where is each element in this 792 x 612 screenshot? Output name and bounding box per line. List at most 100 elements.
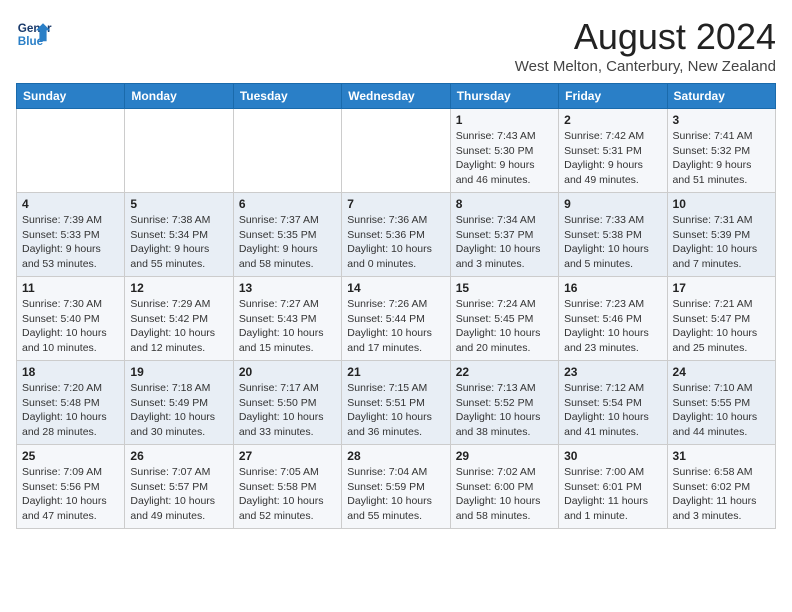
page-subtitle: West Melton, Canterbury, New Zealand [515, 58, 776, 75]
calendar-cell: 27 Sunrise: 7:05 AM Sunset: 5:58 PM Dayli… [233, 445, 341, 529]
calendar-cell: 18Sunrise: 7:20 AM Sunset: 5:48 PM Dayli… [17, 361, 125, 445]
day-info: Sunrise: 7:42 AM Sunset: 5:31 PM Dayligh… [564, 129, 661, 188]
calendar-cell [17, 109, 125, 193]
page-header: General Blue August 2024 West Melton, Ca… [16, 16, 776, 75]
calendar-cell: 24 Sunrise: 7:10 AM Sunset: 5:55 PM Dayli… [667, 361, 775, 445]
calendar-day-header: Friday [559, 84, 667, 109]
calendar-week-row: 11 Sunrise: 7:30 AM Sunset: 5:40 PM Dayli… [17, 277, 776, 361]
day-number: 2 [564, 113, 661, 127]
calendar-cell: 26 Sunrise: 7:07 AM Sunset: 5:57 PM Dayli… [125, 445, 233, 529]
title-block: August 2024 West Melton, Canterbury, New… [515, 16, 776, 75]
day-info: Sunrise: 7:21 AM Sunset: 5:47 PM Dayligh… [673, 297, 770, 356]
calendar-cell: 19 Sunrise: 7:18 AM Sunset: 5:49 PM Dayli… [125, 361, 233, 445]
day-info: Sunrise: 7:10 AM Sunset: 5:55 PM Dayligh… [673, 381, 770, 440]
calendar-cell: 23 Sunrise: 7:12 AM Sunset: 5:54 PM Dayli… [559, 361, 667, 445]
calendar-day-header: Sunday [17, 84, 125, 109]
day-number: 24 [673, 365, 770, 379]
day-number: 14 [347, 281, 444, 295]
calendar-cell: 12 Sunrise: 7:29 AM Sunset: 5:42 PM Dayli… [125, 277, 233, 361]
calendar-cell: 22Sunrise: 7:13 AM Sunset: 5:52 PM Dayli… [450, 361, 558, 445]
calendar-cell: 5Sunrise: 7:38 AM Sunset: 5:34 PM Daylig… [125, 193, 233, 277]
day-number: 3 [673, 113, 770, 127]
day-info: Sunrise: 7:23 AM Sunset: 5:46 PM Dayligh… [564, 297, 661, 356]
day-info: Sunrise: 7:34 AM Sunset: 5:37 PM Dayligh… [456, 213, 553, 272]
calendar-cell: 28 Sunrise: 7:04 AM Sunset: 5:59 PM Dayli… [342, 445, 450, 529]
day-number: 23 [564, 365, 661, 379]
day-number: 30 [564, 449, 661, 463]
calendar-cell: 2 Sunrise: 7:42 AM Sunset: 5:31 PM Daylig… [559, 109, 667, 193]
logo-icon: General Blue [16, 16, 52, 52]
calendar-cell: 31 Sunrise: 6:58 AM Sunset: 6:02 PM Dayli… [667, 445, 775, 529]
day-info: Sunrise: 7:17 AM Sunset: 5:50 PM Dayligh… [239, 381, 336, 440]
day-info: Sunrise: 7:36 AM Sunset: 5:36 PM Dayligh… [347, 213, 444, 272]
day-info: Sunrise: 7:20 AM Sunset: 5:48 PM Dayligh… [22, 381, 119, 440]
calendar-cell: 14Sunrise: 7:26 AM Sunset: 5:44 PM Dayli… [342, 277, 450, 361]
calendar-table: SundayMondayTuesdayWednesdayThursdayFrid… [16, 83, 776, 529]
calendar-cell: 21 Sunrise: 7:15 AM Sunset: 5:51 PM Dayli… [342, 361, 450, 445]
calendar-cell: 1Sunrise: 7:43 AM Sunset: 5:30 PM Daylig… [450, 109, 558, 193]
day-info: Sunrise: 7:09 AM Sunset: 5:56 PM Dayligh… [22, 465, 119, 524]
day-info: Sunrise: 7:43 AM Sunset: 5:30 PM Dayligh… [456, 129, 553, 188]
calendar-cell: 30 Sunrise: 7:00 AM Sunset: 6:01 PM Dayli… [559, 445, 667, 529]
day-info: Sunrise: 7:02 AM Sunset: 6:00 PM Dayligh… [456, 465, 553, 524]
day-number: 13 [239, 281, 336, 295]
calendar-day-header: Monday [125, 84, 233, 109]
calendar-day-header: Tuesday [233, 84, 341, 109]
day-number: 21 [347, 365, 444, 379]
day-number: 28 [347, 449, 444, 463]
calendar-week-row: 4Sunrise: 7:39 AM Sunset: 5:33 PM Daylig… [17, 193, 776, 277]
calendar-cell [233, 109, 341, 193]
calendar-day-header: Saturday [667, 84, 775, 109]
day-number: 29 [456, 449, 553, 463]
calendar-cell: 16 Sunrise: 7:23 AM Sunset: 5:46 PM Dayli… [559, 277, 667, 361]
calendar-day-header: Thursday [450, 84, 558, 109]
calendar-cell: 8 Sunrise: 7:34 AM Sunset: 5:37 PM Daylig… [450, 193, 558, 277]
day-info: Sunrise: 7:04 AM Sunset: 5:59 PM Dayligh… [347, 465, 444, 524]
day-info: Sunrise: 7:18 AM Sunset: 5:49 PM Dayligh… [130, 381, 227, 440]
calendar-cell: 11 Sunrise: 7:30 AM Sunset: 5:40 PM Dayli… [17, 277, 125, 361]
calendar-cell: 9 Sunrise: 7:33 AM Sunset: 5:38 PM Daylig… [559, 193, 667, 277]
day-number: 10 [673, 197, 770, 211]
calendar-body: 1Sunrise: 7:43 AM Sunset: 5:30 PM Daylig… [17, 109, 776, 529]
day-info: Sunrise: 7:27 AM Sunset: 5:43 PM Dayligh… [239, 297, 336, 356]
day-info: Sunrise: 7:07 AM Sunset: 5:57 PM Dayligh… [130, 465, 227, 524]
day-number: 26 [130, 449, 227, 463]
day-number: 5 [130, 197, 227, 211]
day-number: 19 [130, 365, 227, 379]
day-info: Sunrise: 7:31 AM Sunset: 5:39 PM Dayligh… [673, 213, 770, 272]
day-info: Sunrise: 7:00 AM Sunset: 6:01 PM Dayligh… [564, 465, 661, 524]
calendar-cell [342, 109, 450, 193]
calendar-cell: 6Sunrise: 7:37 AM Sunset: 5:35 PM Daylig… [233, 193, 341, 277]
day-info: Sunrise: 7:30 AM Sunset: 5:40 PM Dayligh… [22, 297, 119, 356]
day-info: Sunrise: 7:41 AM Sunset: 5:32 PM Dayligh… [673, 129, 770, 188]
day-number: 8 [456, 197, 553, 211]
day-info: Sunrise: 7:13 AM Sunset: 5:52 PM Dayligh… [456, 381, 553, 440]
day-info: Sunrise: 7:24 AM Sunset: 5:45 PM Dayligh… [456, 297, 553, 356]
day-info: Sunrise: 7:39 AM Sunset: 5:33 PM Dayligh… [22, 213, 119, 272]
day-info: Sunrise: 6:58 AM Sunset: 6:02 PM Dayligh… [673, 465, 770, 524]
day-info: Sunrise: 7:05 AM Sunset: 5:58 PM Dayligh… [239, 465, 336, 524]
calendar-week-row: 25Sunrise: 7:09 AM Sunset: 5:56 PM Dayli… [17, 445, 776, 529]
day-info: Sunrise: 7:15 AM Sunset: 5:51 PM Dayligh… [347, 381, 444, 440]
calendar-cell: 15 Sunrise: 7:24 AM Sunset: 5:45 PM Dayli… [450, 277, 558, 361]
calendar-cell: 10 Sunrise: 7:31 AM Sunset: 5:39 PM Dayli… [667, 193, 775, 277]
day-number: 27 [239, 449, 336, 463]
day-number: 11 [22, 281, 119, 295]
calendar-cell: 17Sunrise: 7:21 AM Sunset: 5:47 PM Dayli… [667, 277, 775, 361]
calendar-header-row: SundayMondayTuesdayWednesdayThursdayFrid… [17, 84, 776, 109]
day-number: 16 [564, 281, 661, 295]
day-info: Sunrise: 7:12 AM Sunset: 5:54 PM Dayligh… [564, 381, 661, 440]
day-number: 9 [564, 197, 661, 211]
day-number: 12 [130, 281, 227, 295]
day-number: 7 [347, 197, 444, 211]
day-info: Sunrise: 7:33 AM Sunset: 5:38 PM Dayligh… [564, 213, 661, 272]
day-number: 31 [673, 449, 770, 463]
calendar-cell [125, 109, 233, 193]
calendar-week-row: 1Sunrise: 7:43 AM Sunset: 5:30 PM Daylig… [17, 109, 776, 193]
day-info: Sunrise: 7:29 AM Sunset: 5:42 PM Dayligh… [130, 297, 227, 356]
calendar-day-header: Wednesday [342, 84, 450, 109]
calendar-cell: 25Sunrise: 7:09 AM Sunset: 5:56 PM Dayli… [17, 445, 125, 529]
logo: General Blue [16, 16, 52, 52]
day-number: 15 [456, 281, 553, 295]
day-number: 20 [239, 365, 336, 379]
